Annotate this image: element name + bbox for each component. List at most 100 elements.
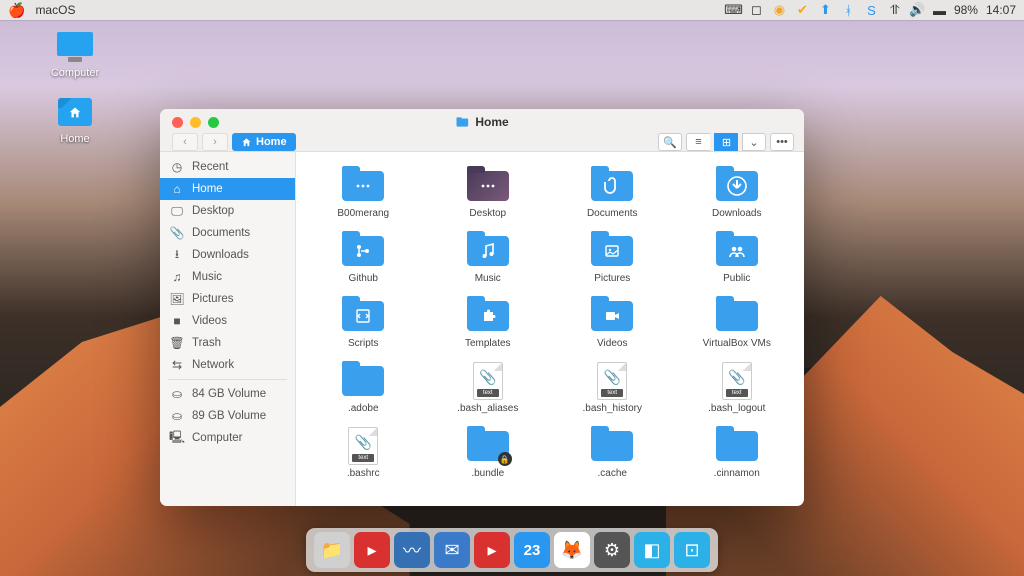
sidebar-item-home[interactable]: ⌂Home [160, 178, 295, 200]
sidebar-item-documents[interactable]: 📎Documents [160, 222, 295, 244]
grid-item[interactable]: Videos [553, 294, 672, 353]
apple-menu-icon[interactable]: 🍎 [8, 2, 25, 19]
sidebar-item-pictures[interactable]: 🖼Pictures [160, 288, 295, 310]
folder-icon [467, 301, 509, 331]
trash-icon: 🗑 [170, 336, 184, 350]
folder-icon [591, 171, 633, 201]
search-button[interactable]: 🔍 [658, 133, 682, 151]
sidebar-item-downloads[interactable]: ⭳Downloads [160, 244, 295, 266]
download-icon: ⭳ [170, 245, 184, 266]
sidebar-item-music[interactable]: ♫Music [160, 266, 295, 288]
nav-forward-button[interactable]: › [202, 133, 228, 151]
folder-icon [467, 236, 509, 266]
grid-item[interactable]: Scripts [304, 294, 423, 353]
dock-app-media[interactable]: ▸ [474, 532, 510, 568]
desktop-icon-home[interactable]: Home [40, 98, 110, 145]
file-grid: B00merang DesktopDocumentsDownloads Github… [296, 152, 804, 506]
grid-item[interactable]: Desktop [429, 164, 548, 223]
grid-item[interactable]: Music [429, 229, 548, 288]
view-more-button[interactable]: ⌄ [742, 133, 766, 151]
nav-back-button[interactable]: ‹ [172, 133, 198, 151]
sidebar-item-desktop[interactable]: 🖵Desktop [160, 200, 295, 222]
view-icons-button[interactable]: ⊞ [714, 133, 738, 151]
desktop-icon-computer[interactable]: Computer [40, 32, 110, 79]
dock-app-wireshark[interactable]: 〰 [394, 532, 430, 568]
dock-app-firefox[interactable]: 🦊 [554, 532, 590, 568]
grid-item-label: Templates [465, 338, 511, 349]
grid-item[interactable]: Github [304, 229, 423, 288]
dock-app-calendar[interactable]: 23 [514, 532, 550, 568]
home-icon [241, 137, 252, 148]
dock-app-video-player[interactable]: ▸ [354, 532, 390, 568]
battery-icon: ▬ [933, 3, 946, 18]
maximize-button[interactable] [208, 117, 219, 128]
dock-app-dock-prefs[interactable]: ⊡ [674, 532, 710, 568]
grid-item[interactable]: Templates [429, 294, 548, 353]
title-folder-icon [455, 115, 469, 129]
grid-item-label: Music [475, 273, 501, 284]
picture-icon: 🖼 [170, 292, 184, 306]
sidebar-item-trash[interactable]: 🗑Trash [160, 332, 295, 354]
bluetooth-icon[interactable]: ᚼ [841, 3, 856, 18]
sidebar-item-computer[interactable]: 🖳Computer [160, 427, 295, 449]
folder-icon [716, 236, 758, 266]
grid-item-label: .bash_logout [708, 403, 765, 414]
home-folder-icon [58, 98, 92, 126]
hamburger-button[interactable]: ••• [770, 133, 794, 151]
sidebar-item-network[interactable]: ⇆Network [160, 354, 295, 376]
folder-icon [342, 366, 384, 396]
wifi-icon[interactable]: ⥣ [887, 3, 902, 18]
menubar-app-name[interactable]: macOS [35, 3, 75, 17]
grid-item-label: .bash_aliases [457, 403, 518, 414]
grid-item[interactable]: B00merang [304, 164, 423, 223]
grid-item-label: B00merang [337, 208, 389, 219]
grid-item[interactable]: 📎text.bash_history [553, 359, 672, 418]
dock-app-virtualbox[interactable]: ◧ [634, 532, 670, 568]
close-button[interactable] [172, 117, 183, 128]
sidebar-item-recent[interactable]: ◷Recent [160, 156, 295, 178]
grid-item-label: .bundle [471, 468, 504, 479]
grid-item-label: .cache [598, 468, 627, 479]
sidebar-item-volume-1[interactable]: ⛀89 GB Volume [160, 405, 295, 427]
battery-percent: 98% [954, 3, 978, 17]
appstore-icon[interactable]: ⬆ [818, 3, 833, 18]
dock-app-mail[interactable]: ✉ [434, 532, 470, 568]
grid-item[interactable]: .adobe [304, 359, 423, 418]
computer-icon: 🖳 [170, 428, 184, 449]
sidebar-item-volume-0[interactable]: ⛀84 GB Volume [160, 383, 295, 405]
grid-item[interactable]: 📎text.bash_logout [678, 359, 797, 418]
tray-icon[interactable]: ◻ [749, 3, 764, 18]
folder-icon [716, 301, 758, 331]
grid-item[interactable]: .cinnamon [678, 424, 797, 483]
dock-app-settings[interactable]: ⚙ [594, 532, 630, 568]
video-icon: ■ [170, 314, 184, 328]
window-titlebar[interactable]: Home ‹ › Home 🔍 ≡ ⊞ ⌄ ••• [160, 109, 804, 152]
grid-item[interactable]: Public [678, 229, 797, 288]
grid-item[interactable]: Documents [553, 164, 672, 223]
volume-icon[interactable]: 🔊 [910, 3, 925, 18]
desktop-icon-label: Computer [40, 67, 110, 79]
folder-icon [591, 431, 633, 461]
grid-item[interactable]: Pictures [553, 229, 672, 288]
sidebar-item-videos[interactable]: ■Videos [160, 310, 295, 332]
grid-item-label: .bashrc [347, 468, 380, 479]
sync-check-icon[interactable]: ✔ [795, 3, 810, 18]
grid-item[interactable]: 📎text.bashrc [304, 424, 423, 483]
grid-item[interactable]: 🔒.bundle [429, 424, 548, 483]
grid-item[interactable]: .cache [553, 424, 672, 483]
menubar: 🍎 macOS ⌨ ◻ ◉ ✔ ⬆ ᚼ S ⥣ 🔊 ▬ 98% 14:07 [0, 0, 1024, 20]
minimize-button[interactable] [190, 117, 201, 128]
skype-icon[interactable]: S [864, 3, 879, 18]
view-list-button[interactable]: ≡ [686, 133, 710, 151]
keyboard-icon[interactable]: ⌨ [726, 3, 741, 18]
folder-icon [342, 171, 384, 201]
dock-app-files[interactable]: 📁 [314, 532, 350, 568]
grid-item[interactable]: 📎text.bash_aliases [429, 359, 548, 418]
folder-icon [591, 236, 633, 266]
grid-item[interactable]: Downloads [678, 164, 797, 223]
grid-item-label: .bash_history [583, 403, 642, 414]
user-icon[interactable]: ◉ [772, 3, 787, 18]
breadcrumb-home[interactable]: Home [232, 133, 296, 151]
grid-item-label: Scripts [348, 338, 379, 349]
grid-item[interactable]: VirtualBox VMs [678, 294, 797, 353]
